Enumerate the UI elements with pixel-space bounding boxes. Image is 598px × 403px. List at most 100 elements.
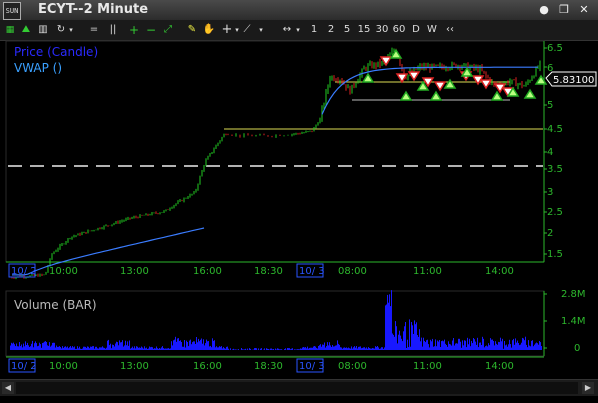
volume-bar <box>233 348 234 350</box>
volume-bar <box>39 342 40 350</box>
volume-bar <box>444 339 445 350</box>
price-tick-1-5: 1.5 <box>547 249 563 260</box>
volume-bar <box>386 304 387 350</box>
volume-bar <box>397 343 398 350</box>
volume-bar <box>341 347 342 350</box>
volume-bar <box>232 349 233 350</box>
volume-bar <box>442 340 443 350</box>
volume-bar <box>28 345 29 350</box>
volume-bar <box>266 348 267 350</box>
price-time-axis: 10/ 2 10:00 13:00 16:00 18:30 10/ 3 08:0… <box>8 263 514 278</box>
volume-bar <box>346 347 347 350</box>
volume-bar <box>114 346 115 350</box>
volume-bar <box>81 349 82 350</box>
volume-bar <box>83 346 84 350</box>
volume-bar <box>291 348 292 350</box>
volume-bar <box>372 348 373 350</box>
volume-bar <box>475 341 476 350</box>
volume-bar <box>65 346 66 350</box>
volume-bar <box>271 348 272 350</box>
volume-bar <box>31 343 32 350</box>
volume-bar <box>409 319 410 350</box>
volume-bar <box>358 346 359 350</box>
volume-bar <box>528 340 529 350</box>
volume-bar <box>443 341 444 350</box>
volume-bar <box>132 346 133 350</box>
volume-bar <box>25 341 26 350</box>
volume-bar <box>102 346 103 350</box>
volume-bar <box>179 341 180 350</box>
volume-bar <box>45 341 46 350</box>
volume-bar <box>522 337 523 350</box>
volume-bar <box>40 344 41 350</box>
volume-bar <box>195 344 196 350</box>
volume-bar <box>449 343 450 350</box>
volume-bar <box>219 346 220 350</box>
scroll-right-arrow-icon[interactable]: ▶ <box>582 382 594 394</box>
volume-bar <box>247 348 248 350</box>
volume-bar <box>305 347 306 350</box>
volume-bar <box>127 341 128 350</box>
volume-bar <box>367 348 368 350</box>
volume-bar <box>249 348 250 350</box>
volume-bar <box>326 346 327 350</box>
volume-bar <box>258 348 259 350</box>
volume-bar <box>52 342 53 350</box>
volume-bar <box>352 348 353 350</box>
volume-bar <box>192 342 193 350</box>
scroll-left-arrow-icon[interactable]: ◀ <box>2 382 14 394</box>
volume-bar <box>268 349 269 350</box>
volume-bar <box>225 348 226 350</box>
volume-bar <box>30 346 31 350</box>
volume-bar <box>338 343 339 350</box>
volume-bar <box>333 346 334 350</box>
volume-bar <box>250 348 251 350</box>
volume-bar <box>126 345 127 350</box>
volume-time-label-14-00: 14:00 <box>485 361 514 372</box>
volume-bar <box>334 346 335 350</box>
volume-bar <box>300 348 301 350</box>
volume-bar <box>200 339 201 350</box>
volume-bar <box>353 347 354 350</box>
volume-bar <box>417 335 418 350</box>
volume-bar <box>515 338 516 350</box>
volume-bar <box>165 348 166 350</box>
volume-bar <box>53 342 54 350</box>
volume-bar <box>350 348 351 350</box>
volume-bar <box>226 346 227 350</box>
volume-bar <box>423 337 424 350</box>
volume-bar <box>495 341 496 350</box>
volume-bar <box>380 348 381 350</box>
volume-bar <box>223 347 224 350</box>
volume-bar <box>415 324 416 350</box>
volume-legend[interactable]: Volume (BAR) <box>14 298 97 312</box>
volume-bar <box>381 347 382 350</box>
volume-bar <box>532 340 533 350</box>
volume-bar <box>388 302 389 350</box>
volume-bar <box>321 346 322 350</box>
volume-bar <box>472 343 473 350</box>
volume-bar <box>471 340 472 350</box>
volume-bar <box>245 348 246 350</box>
volume-bar <box>214 340 215 350</box>
volume-bar <box>493 341 494 350</box>
volume-bar <box>330 345 331 350</box>
volume-bar <box>160 348 161 350</box>
volume-bar <box>539 341 540 350</box>
volume-bar <box>275 348 276 350</box>
volume-bar <box>501 341 502 350</box>
volume-bar <box>405 322 406 350</box>
scroll-track[interactable] <box>16 382 578 394</box>
price-legend[interactable]: Price (Candle) <box>14 45 98 59</box>
volume-bar <box>89 348 90 350</box>
volume-bar <box>74 346 75 350</box>
volume-bar <box>421 337 422 350</box>
volume-axis: 2.8M 1.4M 0 <box>544 289 586 354</box>
vwap-legend[interactable]: VWAP () <box>14 61 62 75</box>
volume-bar <box>254 348 255 350</box>
volume-bar <box>401 338 402 350</box>
volume-bar <box>315 346 316 350</box>
horizontal-scrollbar[interactable]: ◀ ▶ <box>0 379 598 396</box>
volume-bar <box>174 339 175 350</box>
volume-bar <box>478 347 479 350</box>
